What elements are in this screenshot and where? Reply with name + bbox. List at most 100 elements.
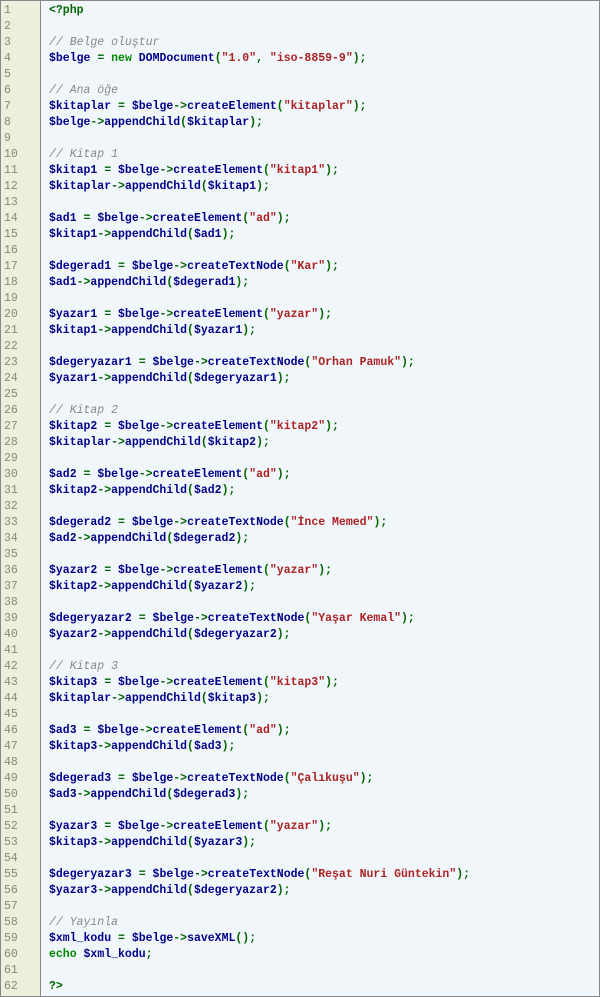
- code-line: [49, 899, 599, 915]
- line-number: 54: [4, 851, 40, 867]
- line-number: 42: [4, 659, 40, 675]
- line-number: 15: [4, 227, 40, 243]
- code-line: [49, 451, 599, 467]
- code-line: $ad1->appendChild($degerad1);: [49, 275, 599, 291]
- code-line: [49, 291, 599, 307]
- line-number: 12: [4, 179, 40, 195]
- code-line: // Ana öğe: [49, 83, 599, 99]
- line-number: 62: [4, 979, 40, 995]
- code-line: $ad2 = $belge->createElement("ad");: [49, 467, 599, 483]
- line-number: 13: [4, 195, 40, 211]
- line-number: 37: [4, 579, 40, 595]
- code-line: [49, 595, 599, 611]
- code-line: $kitap1->appendChild($ad1);: [49, 227, 599, 243]
- line-number: 61: [4, 963, 40, 979]
- line-number: 40: [4, 627, 40, 643]
- code-line: $degeryazar3 = $belge->createTextNode("R…: [49, 867, 599, 883]
- code-line: $yazar3 = $belge->createElement("yazar")…: [49, 819, 599, 835]
- code-line: $ad3 = $belge->createElement("ad");: [49, 723, 599, 739]
- line-number: 2: [4, 19, 40, 35]
- line-number: 4: [4, 51, 40, 67]
- code-line: $ad1 = $belge->createElement("ad");: [49, 211, 599, 227]
- code-editor: 1234567891011121314151617181920212223242…: [0, 0, 600, 997]
- code-line: <?php: [49, 3, 599, 19]
- code-line: $kitap3 = $belge->createElement("kitap3"…: [49, 675, 599, 691]
- code-line: $kitap1 = $belge->createElement("kitap1"…: [49, 163, 599, 179]
- code-line: [49, 339, 599, 355]
- line-number: 30: [4, 467, 40, 483]
- code-line: $kitap3->appendChild($ad3);: [49, 739, 599, 755]
- line-number: 11: [4, 163, 40, 179]
- code-line: $yazar2 = $belge->createElement("yazar")…: [49, 563, 599, 579]
- code-line: ?>: [49, 979, 599, 995]
- code-line: $belge->appendChild($kitaplar);: [49, 115, 599, 131]
- line-number: 38: [4, 595, 40, 611]
- line-number: 28: [4, 435, 40, 451]
- line-number: 58: [4, 915, 40, 931]
- code-line: $yazar1->appendChild($degeryazar1);: [49, 371, 599, 387]
- line-number: 57: [4, 899, 40, 915]
- line-number: 44: [4, 691, 40, 707]
- line-number: 45: [4, 707, 40, 723]
- code-line: [49, 499, 599, 515]
- code-line: $kitap2 = $belge->createElement("kitap2"…: [49, 419, 599, 435]
- line-number: 25: [4, 387, 40, 403]
- line-number: 21: [4, 323, 40, 339]
- code-line: $degerad1 = $belge->createTextNode("Kar"…: [49, 259, 599, 275]
- code-line: [49, 755, 599, 771]
- code-line: $degeryazar2 = $belge->createTextNode("Y…: [49, 611, 599, 627]
- code-line: [49, 243, 599, 259]
- code-line: $kitap3->appendChild($yazar3);: [49, 835, 599, 851]
- code-line: $kitaplar = $belge->createElement("kitap…: [49, 99, 599, 115]
- line-number: 59: [4, 931, 40, 947]
- line-number: 34: [4, 531, 40, 547]
- line-number: 3: [4, 35, 40, 51]
- code-line: $kitap1->appendChild($yazar1);: [49, 323, 599, 339]
- line-number: 46: [4, 723, 40, 739]
- code-line: // Kitap 3: [49, 659, 599, 675]
- line-number: 43: [4, 675, 40, 691]
- line-number: 10: [4, 147, 40, 163]
- code-line: [49, 643, 599, 659]
- line-number: 36: [4, 563, 40, 579]
- line-number: 33: [4, 515, 40, 531]
- line-number: 35: [4, 547, 40, 563]
- code-line: [49, 195, 599, 211]
- code-line: // Yayınla: [49, 915, 599, 931]
- line-number: 23: [4, 355, 40, 371]
- line-number: 41: [4, 643, 40, 659]
- line-number: 20: [4, 307, 40, 323]
- code-line: $yazar3->appendChild($degeryazar2);: [49, 883, 599, 899]
- line-number: 29: [4, 451, 40, 467]
- line-number-gutter: 1234567891011121314151617181920212223242…: [1, 1, 41, 996]
- code-area: <?php// Belge oluştur$belge = new DOMDoc…: [41, 1, 599, 996]
- code-line: [49, 803, 599, 819]
- code-line: $degerad2 = $belge->createTextNode("İnce…: [49, 515, 599, 531]
- line-number: 26: [4, 403, 40, 419]
- code-line: [49, 963, 599, 979]
- line-number: 55: [4, 867, 40, 883]
- line-number: 17: [4, 259, 40, 275]
- code-line: [49, 67, 599, 83]
- line-number: 31: [4, 483, 40, 499]
- line-number: 1: [4, 3, 40, 19]
- line-number: 14: [4, 211, 40, 227]
- line-number: 7: [4, 99, 40, 115]
- line-number: 19: [4, 291, 40, 307]
- code-line: [49, 131, 599, 147]
- code-line: $kitaplar->appendChild($kitap1);: [49, 179, 599, 195]
- code-line: $ad2->appendChild($degerad2);: [49, 531, 599, 547]
- code-line: $degeryazar1 = $belge->createTextNode("O…: [49, 355, 599, 371]
- code-line: $kitaplar->appendChild($kitap3);: [49, 691, 599, 707]
- code-line: $yazar2->appendChild($degeryazar2);: [49, 627, 599, 643]
- code-line: echo $xml_kodu;: [49, 947, 599, 963]
- line-number: 50: [4, 787, 40, 803]
- line-number: 51: [4, 803, 40, 819]
- code-line: $xml_kodu = $belge->saveXML();: [49, 931, 599, 947]
- line-number: 27: [4, 419, 40, 435]
- code-line: [49, 387, 599, 403]
- line-number: 56: [4, 883, 40, 899]
- code-line: $belge = new DOMDocument("1.0", "iso-885…: [49, 51, 599, 67]
- code-line: [49, 851, 599, 867]
- line-number: 22: [4, 339, 40, 355]
